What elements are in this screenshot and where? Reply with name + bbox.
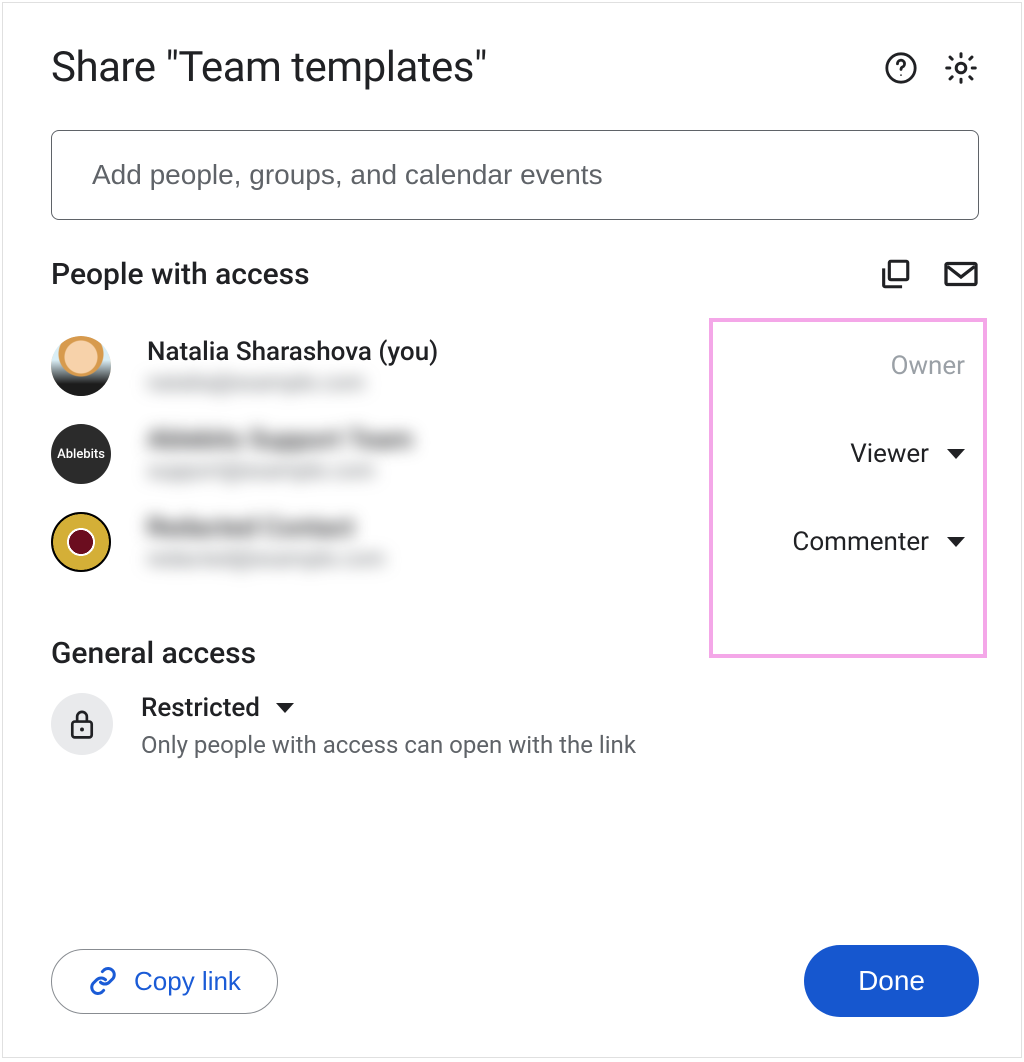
avatar: [51, 336, 111, 396]
share-dialog: Share "Team templates" People with acces…: [2, 2, 1022, 1058]
role-dropdown[interactable]: Commenter: [792, 527, 965, 557]
person-info: Natalia Sharashova (you) natalia@example…: [147, 337, 749, 396]
done-label: Done: [858, 965, 925, 996]
general-access-mode: Restricted: [141, 693, 260, 723]
lock-icon: [67, 707, 97, 741]
copy-link-button[interactable]: Copy link: [51, 949, 278, 1014]
general-access-title: General access: [51, 636, 979, 671]
general-access-dropdown[interactable]: Restricted: [141, 693, 636, 723]
person-name: Redacted Contact: [147, 513, 749, 543]
role-label: Viewer: [850, 439, 929, 469]
avatar: Ablebits: [51, 424, 111, 484]
copy-link-label: Copy link: [134, 966, 241, 997]
role-label: Commenter: [792, 527, 929, 557]
person-info: Redacted Contact redacted@example.com: [147, 513, 749, 572]
role-dropdown[interactable]: Viewer: [850, 439, 965, 469]
copy-stack-icon: [878, 257, 912, 291]
mail-icon: [943, 257, 979, 291]
general-access-row: Restricted Only people with access can o…: [51, 693, 979, 759]
avatar-label: Ablebits: [57, 447, 105, 462]
dialog-footer: Copy link Done: [51, 945, 979, 1017]
people-section-header: People with access: [51, 256, 979, 292]
person-name: Ablebits Support Team: [147, 425, 749, 455]
role-owner-label: Owner: [891, 351, 965, 381]
people-section-actions: [877, 256, 979, 292]
gear-icon: [943, 50, 979, 86]
general-access-description: Only people with access can open with th…: [141, 731, 636, 759]
settings-button[interactable]: [943, 50, 979, 86]
add-people-input[interactable]: [92, 159, 938, 191]
dialog-header: Share "Team templates": [51, 43, 979, 92]
expand-list-button[interactable]: [877, 256, 913, 292]
people-section-title: People with access: [51, 257, 310, 292]
link-icon: [88, 966, 118, 996]
person-info: Ablebits Support Team support@example.co…: [147, 425, 749, 484]
help-icon: [884, 51, 918, 85]
chevron-down-icon: [947, 449, 965, 459]
person-email: support@example.com: [147, 459, 749, 484]
help-button[interactable]: [883, 50, 919, 86]
avatar: [51, 512, 111, 572]
header-actions: [883, 50, 979, 86]
general-access-info: Restricted Only people with access can o…: [141, 693, 636, 759]
person-row: Ablebits Ablebits Support Team support@e…: [51, 410, 979, 498]
person-row: Natalia Sharashova (you) natalia@example…: [51, 322, 979, 410]
person-email: redacted@example.com: [147, 547, 749, 572]
chevron-down-icon: [947, 537, 965, 547]
person-email: natalia@example.com: [147, 371, 749, 396]
done-button[interactable]: Done: [804, 945, 979, 1017]
role-cell: Viewer: [749, 439, 979, 469]
person-name: Natalia Sharashova (you): [147, 337, 749, 367]
dialog-title: Share "Team templates": [51, 43, 487, 92]
general-access-icon-container: [51, 693, 113, 755]
role-cell: Commenter: [749, 527, 979, 557]
person-row: Redacted Contact redacted@example.com Co…: [51, 498, 979, 586]
add-people-input-container[interactable]: [51, 130, 979, 220]
chevron-down-icon: [276, 703, 294, 713]
people-list: Natalia Sharashova (you) natalia@example…: [51, 322, 979, 586]
email-collaborators-button[interactable]: [943, 256, 979, 292]
role-cell: Owner: [749, 351, 979, 381]
